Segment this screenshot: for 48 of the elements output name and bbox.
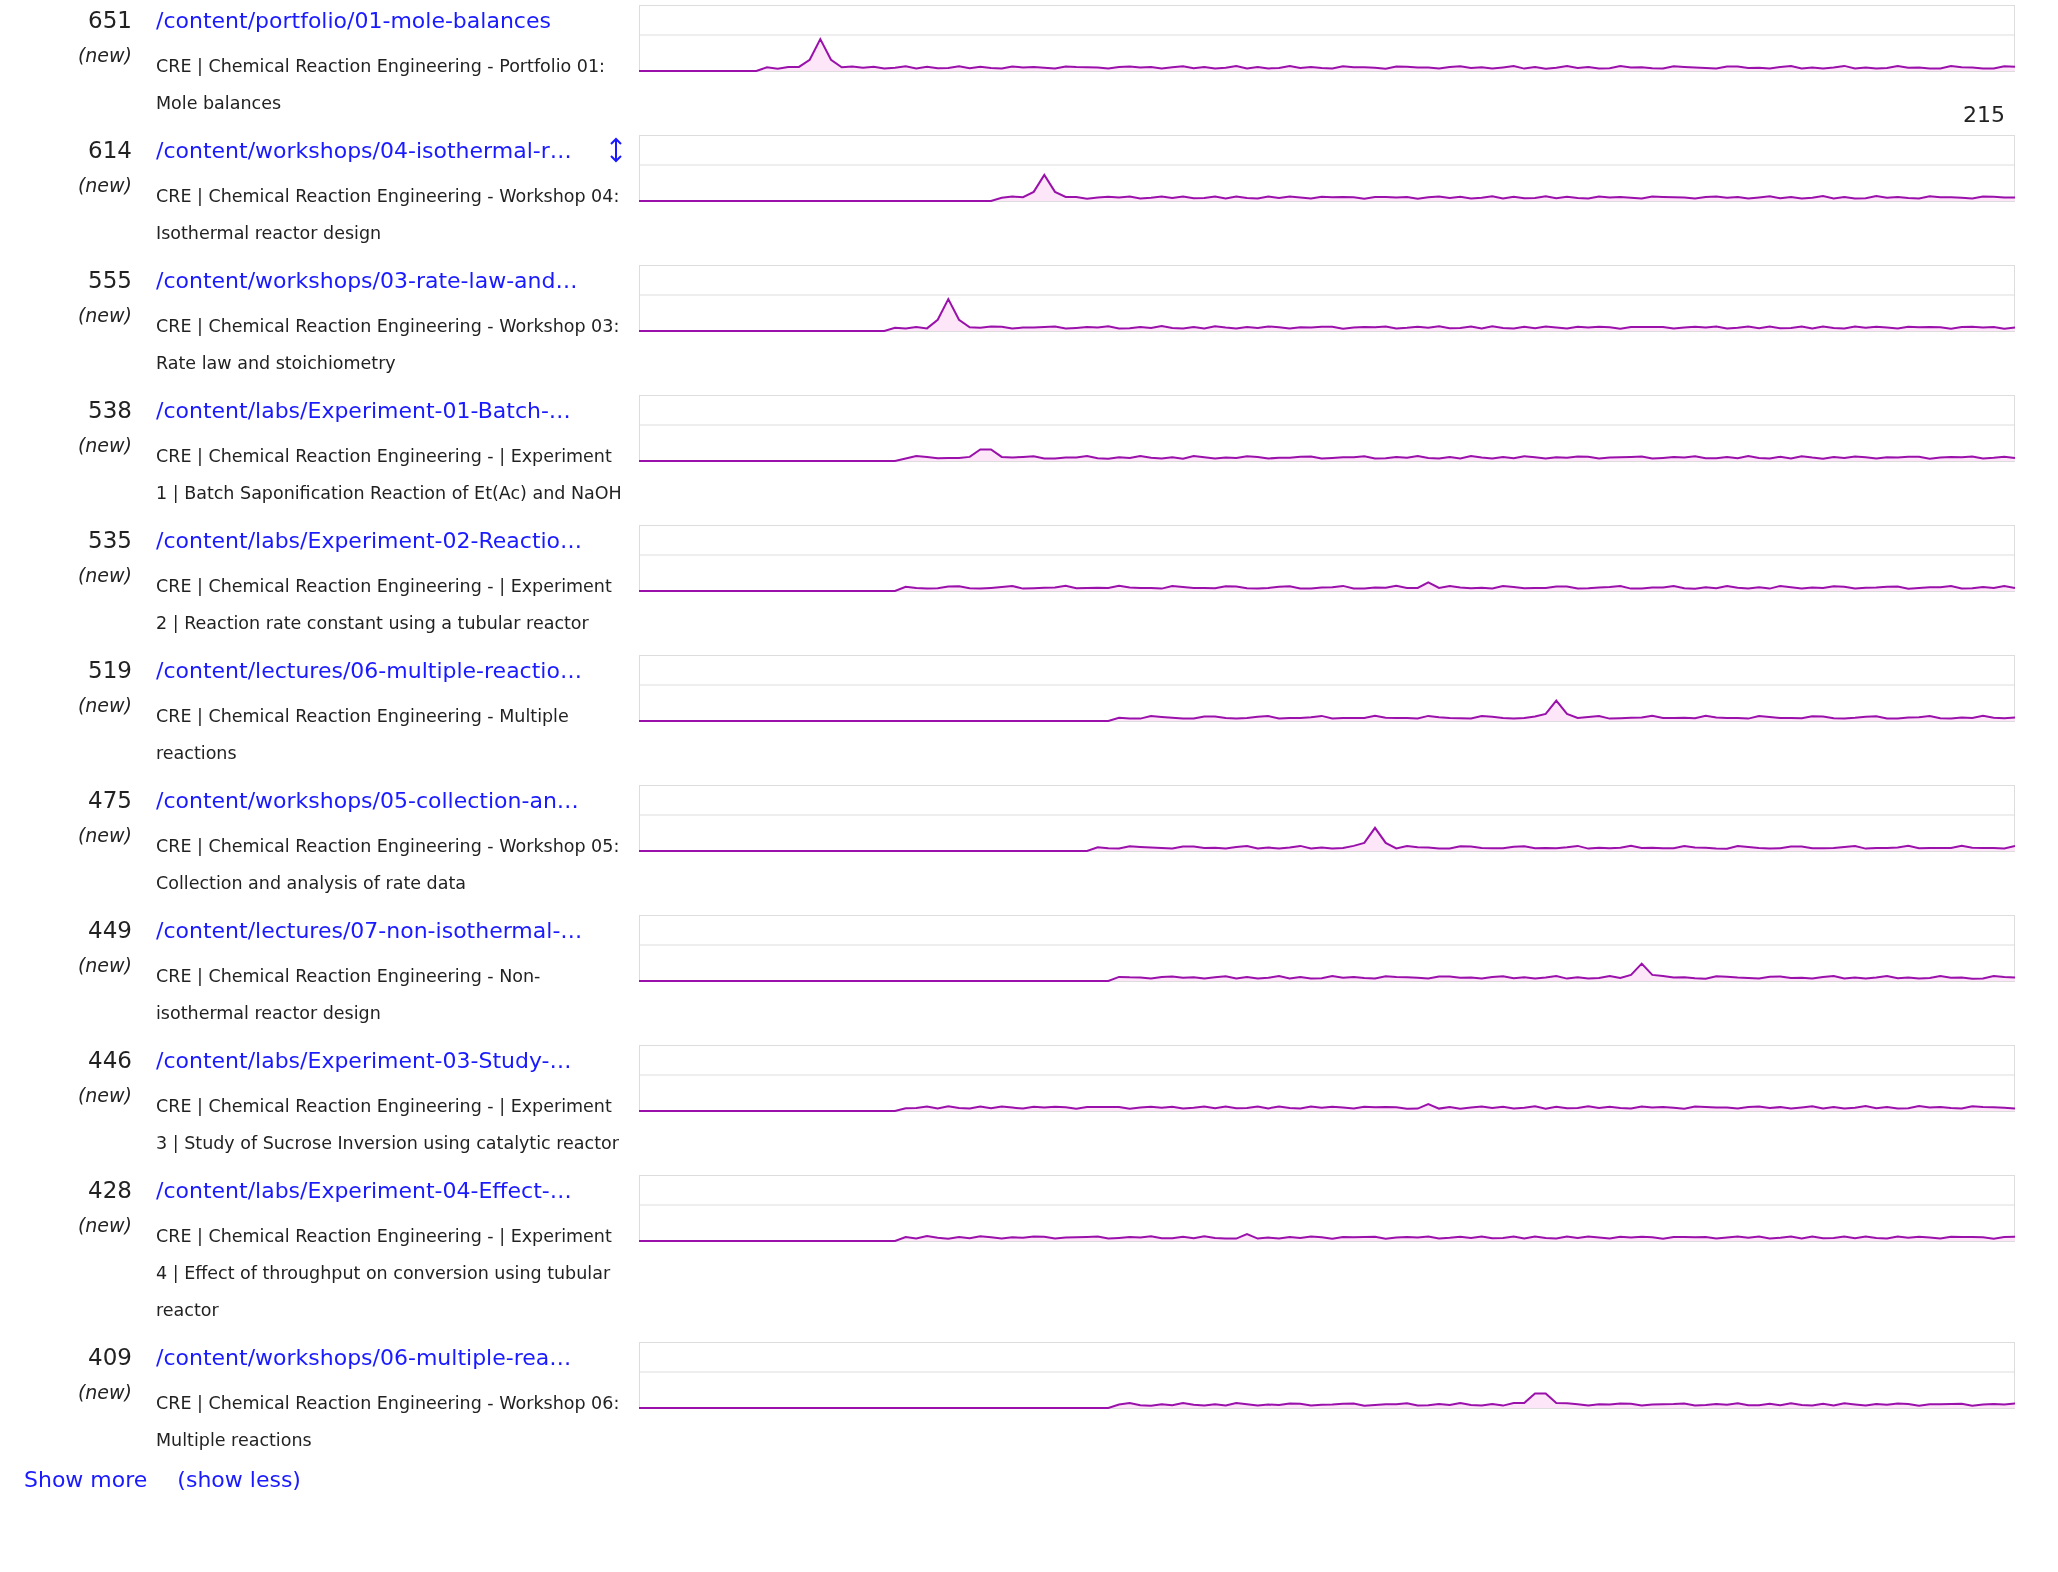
view-count: 446 <box>88 1046 132 1075</box>
page-link[interactable]: /content/workshops/03-rate-law-and… <box>156 267 578 293</box>
page-title: CRE | Chemical Reaction Engineering - | Experiment 1 | Batch Saponification Reaction of Et(Ac) and NaOH <box>156 445 622 505</box>
new-label: (new) <box>77 693 132 718</box>
max-value-label: 215 <box>1963 102 2005 127</box>
new-label: (new) <box>77 433 132 458</box>
view-count: 449 <box>88 916 132 945</box>
new-label: (new) <box>77 563 132 588</box>
new-label: (new) <box>77 1380 132 1405</box>
page-link[interactable]: /content/workshops/05-collection-an… <box>156 787 579 813</box>
new-label: (new) <box>77 1213 132 1238</box>
page-link[interactable]: /content/labs/Experiment-04-Effect-… <box>156 1177 572 1203</box>
page-link[interactable]: /content/workshops/06-multiple-rea… <box>156 1344 572 1370</box>
resize-icon[interactable] <box>610 137 622 163</box>
page-title: CRE | Chemical Reaction Engineering - Multiple reactions <box>156 705 570 765</box>
page-title: CRE | Chemical Reaction Engineering - Workshop 04: Isothermal reactor design <box>156 185 621 245</box>
view-count: 475 <box>88 786 132 815</box>
new-label: (new) <box>77 823 132 848</box>
page-title: CRE | Chemical Reaction Engineering - Portfolio 01: Mole balances <box>156 55 606 115</box>
view-count: 614 <box>88 136 132 165</box>
page-link[interactable]: /content/workshops/04-isothermal-r… <box>156 137 572 163</box>
page-link[interactable]: /content/portfolio/01-mole-balances <box>156 7 551 33</box>
new-label: (new) <box>77 953 132 978</box>
view-count: 538 <box>88 396 132 425</box>
page-link[interactable]: /content/lectures/06-multiple-reactio… <box>156 657 582 683</box>
page-title: CRE | Chemical Reaction Engineering - Workshop 06: Multiple reactions <box>156 1392 621 1452</box>
show-more-link[interactable]: Show more <box>24 1467 148 1492</box>
view-count: 519 <box>88 656 132 685</box>
new-label: (new) <box>77 43 132 68</box>
page-title: CRE | Chemical Reaction Engineering - | Experiment 3 | Study of Sucrose Inversion using catalytic reactor <box>156 1095 620 1155</box>
new-label: (new) <box>77 173 132 198</box>
page-title: CRE | Chemical Reaction Engineering - Workshop 03: Rate law and stoichiometry <box>156 315 621 375</box>
view-count: 651 <box>88 6 132 35</box>
page-title: CRE | Chemical Reaction Engineering - Non-isothermal reactor design <box>156 965 542 1025</box>
page-title: CRE | Chemical Reaction Engineering - | Experiment 2 | Reaction rate constant using a tubular reactor <box>156 575 613 635</box>
page-link[interactable]: /content/lectures/07-non-isothermal-… <box>156 917 583 943</box>
view-count: 428 <box>88 1176 132 1205</box>
show-less-link[interactable]: (show less) <box>177 1467 301 1492</box>
view-count: 409 <box>88 1343 132 1372</box>
new-label: (new) <box>77 303 132 328</box>
view-count: 535 <box>88 526 132 555</box>
page-link[interactable]: /content/labs/Experiment-02-Reactio… <box>156 527 583 553</box>
page-title: CRE | Chemical Reaction Engineering - Workshop 05: Collection and analysis of rate data <box>156 835 621 895</box>
view-count: 555 <box>88 266 132 295</box>
page-link[interactable]: /content/labs/Experiment-01-Batch-… <box>156 397 571 423</box>
page-title: CRE | Chemical Reaction Engineering - | Experiment 4 | Effect of throughput on conversion using tubular reactor <box>156 1225 613 1322</box>
page-link[interactable]: /content/labs/Experiment-03-Study-… <box>156 1047 572 1073</box>
new-label: (new) <box>77 1083 132 1108</box>
